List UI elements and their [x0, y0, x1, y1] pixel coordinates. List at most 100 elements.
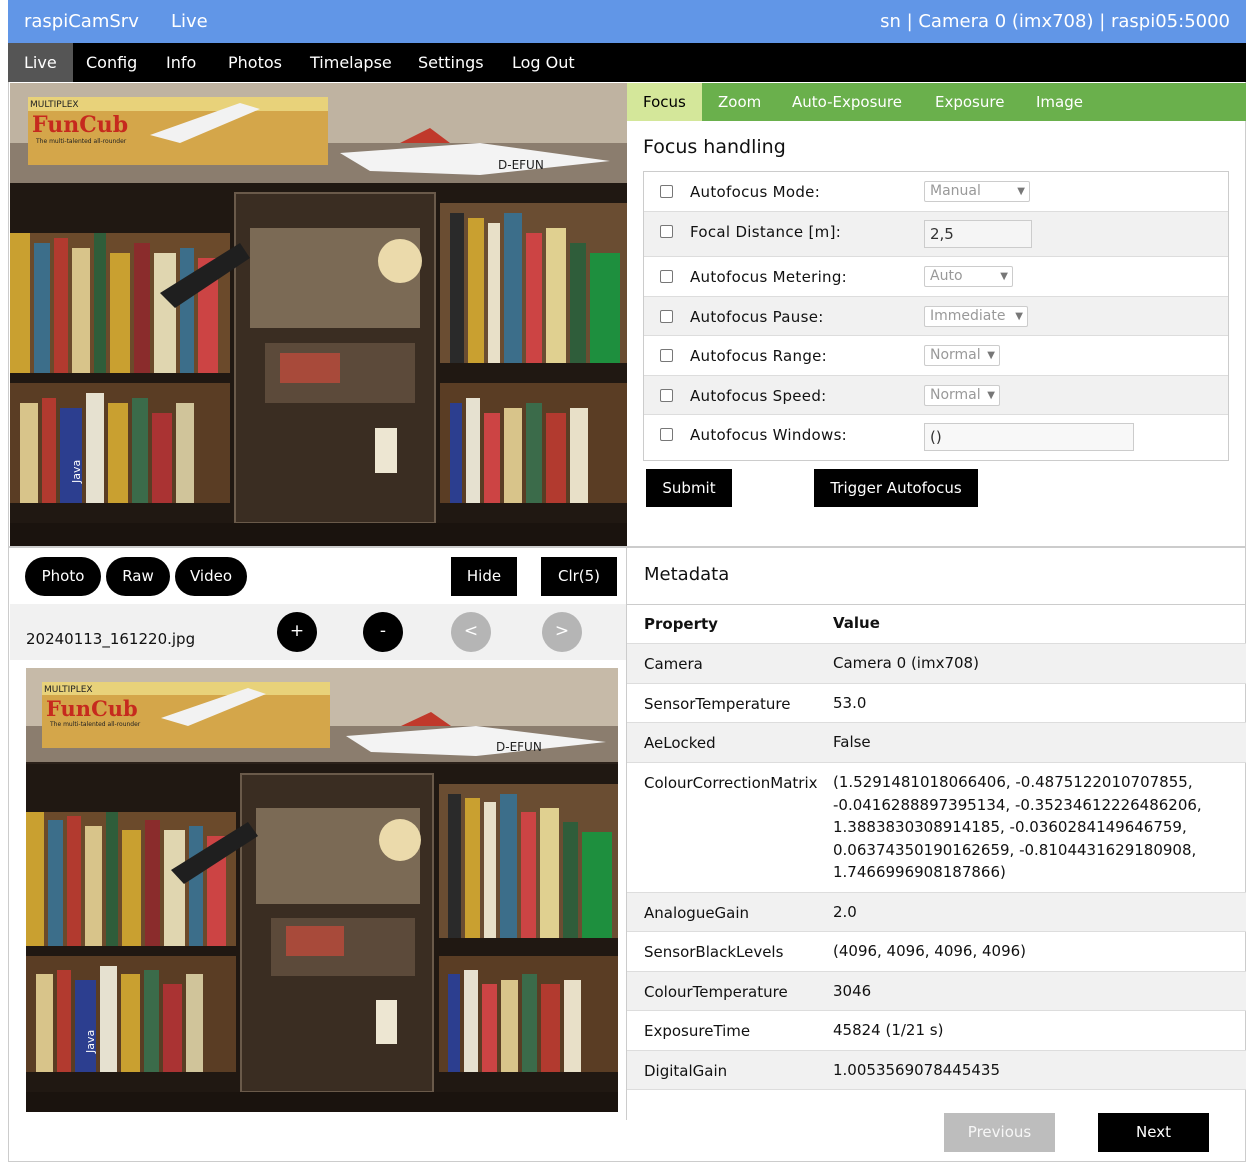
af-mode-checkbox[interactable] — [660, 185, 673, 198]
af-windows-label: Autofocus Windows: — [690, 426, 848, 444]
nav-settings[interactable]: Settings — [402, 43, 500, 82]
raw-button[interactable]: Raw — [106, 557, 170, 596]
focus-form: Autofocus Mode: Manual ▼ Focal Distance [… — [643, 171, 1229, 461]
chevron-down-icon: ▼ — [1000, 271, 1008, 282]
settings-tabs: Focus Zoom Auto-Exposure Exposure Image — [627, 83, 1246, 121]
app-name[interactable]: raspiCamSrv — [24, 11, 139, 32]
metadata-value: Camera 0 (imx708) — [833, 654, 979, 672]
af-speed-label: Autofocus Speed: — [690, 387, 827, 405]
previous-button[interactable]: Previous — [944, 1113, 1055, 1152]
metadata-header-row: Property Value — [627, 604, 1246, 644]
zoom-out-button[interactable]: - — [363, 612, 403, 652]
af-range-select[interactable]: Normal ▼ — [924, 345, 1000, 366]
form-row-af-range: Autofocus Range: Normal ▼ — [644, 336, 1228, 376]
captured-photo[interactable]: MULTIPLEX FunCub The multi-talented all-… — [26, 668, 618, 1112]
nav-config[interactable]: Config — [70, 43, 153, 82]
metadata-value: 53.0 — [833, 694, 867, 712]
metadata-property: SensorBlackLevels — [644, 943, 784, 961]
previous-photo-button[interactable]: < — [451, 612, 491, 652]
banner-brand: MULTIPLEX — [30, 100, 79, 110]
af-mode-label: Autofocus Mode: — [690, 183, 821, 201]
focus-title: Focus handling — [643, 136, 786, 158]
metadata-property: AnalogueGain — [644, 904, 750, 922]
table-row: ColourTemperature 3046 — [627, 972, 1246, 1011]
chevron-down-icon: ▼ — [987, 390, 995, 401]
tab-focus[interactable]: Focus — [627, 83, 702, 121]
next-photo-button[interactable]: > — [542, 612, 582, 652]
metadata-property: ColourTemperature — [644, 983, 788, 1001]
metadata-header-property: Property — [644, 615, 718, 633]
form-row-af-pause: Autofocus Pause: Immediate ▼ — [644, 297, 1228, 336]
metadata-value-line: -0.0416288897395134, -0.3523461222648620… — [833, 795, 1202, 814]
af-pause-checkbox[interactable] — [660, 310, 673, 323]
table-row: DigitalGain 1.0053569078445435 — [627, 1051, 1246, 1090]
zoom-in-button[interactable]: + — [277, 612, 317, 652]
form-row-af-mode: Autofocus Mode: Manual ▼ — [644, 172, 1228, 212]
table-row: Camera Camera 0 (imx708) — [627, 644, 1246, 684]
clear-button[interactable]: Clr(5) — [541, 557, 617, 596]
af-windows-checkbox[interactable] — [660, 428, 673, 441]
af-mode-value: Manual — [930, 183, 981, 199]
af-range-value: Normal — [930, 347, 981, 363]
banner-subtitle: The multi-talented all-rounder — [35, 138, 127, 145]
metadata-value: 1.0053569078445435 — [833, 1061, 1001, 1079]
photo-button[interactable]: Photo — [25, 557, 101, 596]
main-nav: Live Config Info Photos Timelapse Settin… — [8, 43, 1246, 82]
chevron-down-icon: ▼ — [987, 350, 995, 361]
tab-zoom[interactable]: Zoom — [702, 83, 777, 121]
af-metering-checkbox[interactable] — [660, 270, 673, 283]
metadata-value: False — [833, 733, 871, 751]
af-metering-select[interactable]: Auto ▼ — [924, 266, 1013, 287]
af-pause-value: Immediate — [930, 308, 1006, 324]
metadata-value-line: 1.7466996908187866) — [833, 863, 1006, 881]
af-pause-select[interactable]: Immediate ▼ — [924, 306, 1028, 327]
af-speed-select[interactable]: Normal ▼ — [924, 385, 1000, 406]
photo-banner-title: FunCub — [46, 696, 138, 721]
hide-button[interactable]: Hide — [451, 557, 517, 596]
metadata-value: 2.0 — [833, 903, 857, 921]
tab-auto-exposure[interactable]: Auto-Exposure — [776, 83, 918, 121]
nav-timelapse[interactable]: Timelapse — [294, 43, 408, 82]
af-pause-label: Autofocus Pause: — [690, 308, 824, 326]
photo-plane-registration: D-EFUN — [496, 740, 542, 754]
submit-button[interactable]: Submit — [646, 469, 732, 507]
metadata-property: DigitalGain — [644, 1062, 728, 1080]
metadata-title: Metadata — [644, 564, 730, 585]
metadata-value-line: 0.06374350190162659, -0.8104431629180908… — [833, 840, 1197, 859]
af-windows-input[interactable]: () — [924, 423, 1134, 451]
nav-logout[interactable]: Log Out — [496, 43, 591, 82]
form-row-af-metering: Autofocus Metering: Auto ▼ — [644, 257, 1228, 297]
trigger-autofocus-button[interactable]: Trigger Autofocus — [814, 469, 978, 507]
next-button[interactable]: Next — [1098, 1113, 1209, 1152]
tab-image[interactable]: Image — [1020, 83, 1099, 121]
table-row: SensorBlackLevels (4096, 4096, 4096, 409… — [627, 932, 1246, 972]
focal-distance-input[interactable]: 2,5 — [924, 220, 1032, 248]
form-row-focal-distance: Focal Distance [m]: 2,5 — [644, 212, 1228, 257]
form-row-af-windows: Autofocus Windows: () — [644, 415, 1228, 460]
banner-title: FunCub — [32, 112, 128, 138]
af-mode-select[interactable]: Manual ▼ — [924, 181, 1030, 202]
photo-bookshelf-right — [439, 784, 618, 1072]
chevron-down-icon: ▼ — [1015, 311, 1023, 322]
af-range-checkbox[interactable] — [660, 349, 673, 362]
video-button[interactable]: Video — [175, 557, 247, 596]
nav-live[interactable]: Live — [8, 43, 73, 82]
af-speed-value: Normal — [930, 387, 981, 403]
tab-exposure[interactable]: Exposure — [919, 83, 1020, 121]
table-row: SensorTemperature 53.0 — [627, 684, 1246, 723]
nav-info[interactable]: Info — [150, 43, 212, 82]
title-bar: raspiCamSrv Live sn | Camera 0 (imx708) … — [8, 0, 1246, 43]
metadata-property: ExposureTime — [644, 1022, 751, 1040]
af-range-label: Autofocus Range: — [690, 347, 828, 365]
photo-banner-subtitle: The multi-talented all-rounder — [49, 721, 141, 728]
af-metering-value: Auto — [930, 268, 963, 284]
capture-controls: Photo Raw Video Hide Clr(5) — [10, 548, 626, 604]
file-navigation: 20240113_161220.jpg + - < > — [10, 604, 626, 660]
af-speed-checkbox[interactable] — [660, 389, 673, 402]
metadata-property: SensorTemperature — [644, 695, 791, 713]
focal-distance-checkbox[interactable] — [660, 225, 673, 238]
live-stream-image[interactable]: MULTIPLEX FunCub The multi-talented all-… — [10, 83, 627, 546]
book-java-label: Java — [70, 460, 83, 484]
nav-photos[interactable]: Photos — [212, 43, 298, 82]
metadata-value-line: (1.5291481018066406, -0.4875122010707855… — [833, 773, 1193, 791]
